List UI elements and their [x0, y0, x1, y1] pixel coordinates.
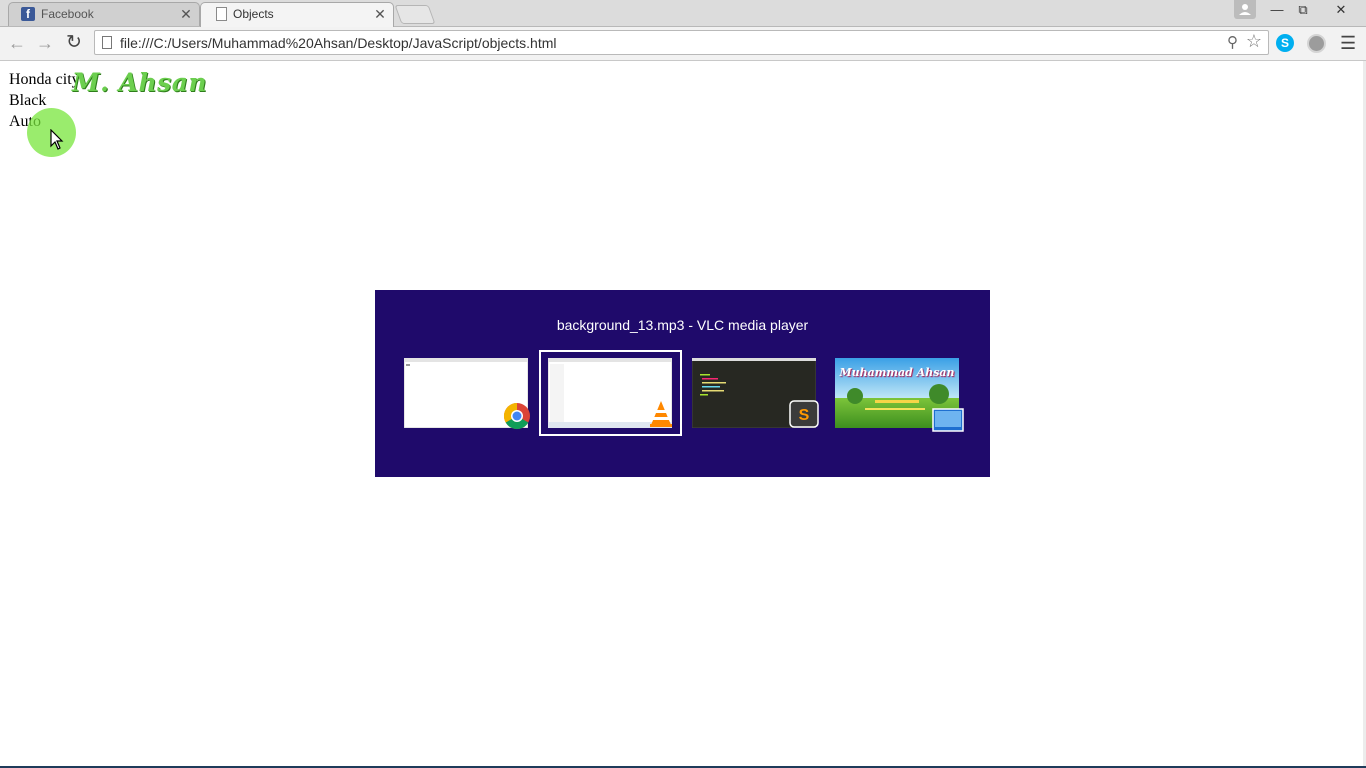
chrome-icon: [503, 402, 530, 430]
window-thumbnail-desktop[interactable]: Muhammad Ahsan: [835, 358, 964, 432]
tab-strip: f Facebook ✕ Objects ✕ — ⧉ ✕: [0, 0, 1366, 27]
output-line: Black: [9, 92, 47, 109]
zoom-icon[interactable]: ⚲: [1227, 33, 1238, 51]
window-close-icon[interactable]: ✕: [1318, 0, 1364, 20]
bookmark-star-icon[interactable]: ☆: [1246, 31, 1262, 52]
window-thumbnail-chrome[interactable]: [404, 358, 530, 430]
close-icon[interactable]: ✕: [179, 6, 193, 22]
page-icon: [216, 7, 227, 21]
sublime-icon: S: [789, 400, 819, 428]
switcher-title: background_13.mp3 - VLC media player: [556, 317, 809, 333]
restore-icon[interactable]: ⧉: [1290, 0, 1316, 20]
skype-icon[interactable]: S: [1276, 34, 1294, 52]
vlc-icon: [650, 401, 672, 427]
address-url[interactable]: file:///C:/Users/Muhammad%20Ahsan/Deskto…: [120, 35, 557, 51]
extension-icon[interactable]: [1307, 34, 1326, 53]
close-icon[interactable]: ✕: [373, 6, 387, 22]
window-thumbnail-sublime[interactable]: S: [692, 358, 819, 428]
menu-icon[interactable]: ☰: [1340, 33, 1356, 54]
output-line: Honda city: [9, 71, 80, 88]
tab-objects[interactable]: Objects ✕: [200, 2, 394, 27]
desktop-banner: Muhammad Ahsan: [839, 366, 955, 379]
svg-text:S: S: [799, 407, 810, 424]
window-thumbnail-vlc[interactable]: [548, 358, 672, 428]
forward-arrow-icon[interactable]: →: [33, 31, 57, 55]
window-switcher: background_13.mp3 - VLC media player S M…: [375, 290, 990, 477]
minimize-icon[interactable]: —: [1264, 0, 1290, 20]
page-icon: [102, 36, 112, 49]
tab-title: Facebook: [41, 7, 94, 21]
mouse-cursor-icon: [50, 129, 64, 150]
reload-icon[interactable]: ↻: [62, 31, 86, 55]
profile-icon[interactable]: [1234, 0, 1256, 19]
watermark: M. Ahsan: [72, 68, 208, 97]
back-arrow-icon[interactable]: ←: [5, 31, 29, 55]
desktop-icon: [932, 408, 964, 432]
facebook-icon: f: [21, 7, 35, 21]
browser-toolbar: ← → ↻ file:///C:/Users/Muhammad%20Ahsan/…: [0, 27, 1366, 61]
tab-facebook[interactable]: f Facebook ✕: [8, 2, 200, 26]
new-tab-button[interactable]: [394, 5, 436, 24]
tab-title: Objects: [233, 7, 274, 21]
address-bar[interactable]: file:///C:/Users/Muhammad%20Ahsan/Deskto…: [94, 30, 1269, 55]
